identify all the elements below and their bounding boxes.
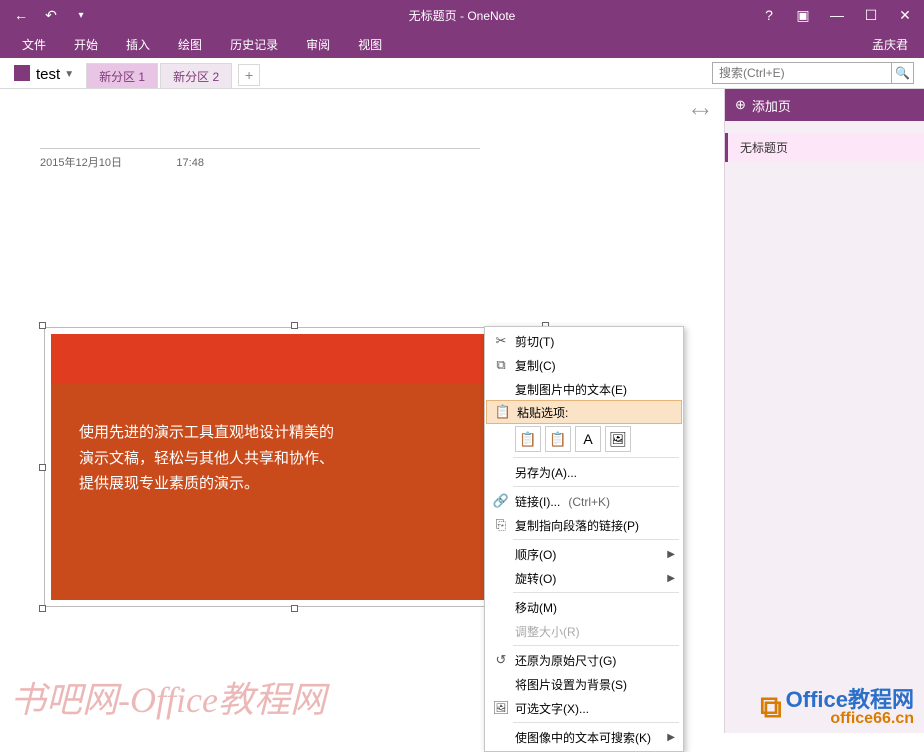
search-icon[interactable]: 🔍 [892, 62, 914, 84]
menu-draw[interactable]: 绘图 [164, 32, 216, 57]
close-icon[interactable]: ✕ [892, 4, 918, 26]
menu-view[interactable]: 视图 [344, 32, 396, 57]
ctx-copy-link[interactable]: ⎘ 复制指向段落的链接(P) [485, 513, 683, 537]
ctx-alt-text[interactable]: 🖼 可选文字(X)... [485, 696, 683, 720]
page-date: 2015年12月10日 [40, 157, 122, 169]
workspace: ⤢ 2015年12月10日 17:48 使用先进的演示工具直观地设计精美的 演示… [0, 89, 924, 733]
paste-picture[interactable]: 🖼 [605, 426, 631, 452]
slide-text-2: 演示文稿，轻松与其他人共享和协作、 [79, 446, 509, 472]
menu-home[interactable]: 开始 [60, 32, 112, 57]
menu-review[interactable]: 审阅 [292, 32, 344, 57]
ctx-resize: 调整大小(R) [485, 619, 683, 643]
user-name[interactable]: 孟庆君 [872, 36, 916, 53]
back-icon[interactable]: ← [10, 4, 32, 26]
fullscreen-toggle-icon[interactable]: ⤢ [689, 101, 711, 123]
context-menu: ✂ 剪切(T) ⧉ 复制(C) 复制图片中的文本(E) 📋 粘贴选项: 📋 📋 … [484, 326, 684, 752]
ctx-cut[interactable]: ✂ 剪切(T) [485, 329, 683, 353]
ctx-set-bg[interactable]: 将图片设置为背景(S) [485, 672, 683, 696]
ctx-paste-options[interactable]: 📋 粘贴选项: [486, 400, 682, 424]
menu-file[interactable]: 文件 [8, 32, 60, 57]
section-tab-1[interactable]: 新分区 1 [86, 63, 158, 88]
copy-link-icon: ⎘ [491, 517, 511, 533]
slide-content: 使用先进的演示工具直观地设计精美的 演示文稿，轻松与其他人共享和协作、 提供展现… [51, 334, 537, 600]
menu-insert[interactable]: 插入 [112, 32, 164, 57]
chevron-right-icon: ▶ [667, 573, 675, 584]
ctx-copy[interactable]: ⧉ 复制(C) [485, 353, 683, 377]
chevron-right-icon: ▶ [667, 732, 675, 743]
ctx-restore[interactable]: ↺ 还原为原始尺寸(G) [485, 648, 683, 672]
notebook-name[interactable]: test [36, 66, 60, 83]
page-list: 无标题页 [725, 121, 924, 162]
paste-icon: 📋 [493, 404, 513, 420]
page-list-item[interactable]: 无标题页 [725, 133, 924, 162]
add-page-label: 添加页 [752, 96, 791, 115]
ctx-save-as[interactable]: 另存为(A)... [485, 460, 683, 484]
help-icon[interactable]: ? [756, 4, 782, 26]
plus-icon: ⊕ [735, 97, 746, 113]
customize-qat-icon[interactable]: ▾ [70, 4, 92, 26]
paste-merge[interactable]: 📋 [545, 426, 571, 452]
title-bar: ← ↶ ▾ 无标题页 - OneNote ? ▣ — ☐ ✕ [0, 0, 924, 30]
add-section-button[interactable]: + [238, 64, 260, 86]
menu-bar: 文件 开始 插入 绘图 历史记录 审阅 视图 孟庆君 [0, 30, 924, 58]
section-tab-2[interactable]: 新分区 2 [160, 63, 232, 88]
ctx-rotate[interactable]: 旋转(O) ▶ [485, 566, 683, 590]
page-time: 17:48 [176, 157, 204, 169]
ctx-move[interactable]: 移动(M) [485, 595, 683, 619]
maximize-icon[interactable]: ☐ [858, 4, 884, 26]
ctx-copy-text[interactable]: 复制图片中的文本(E) [485, 377, 683, 401]
paste-options-row: 📋 📋 A 🖼 [485, 423, 683, 455]
page-title-input[interactable] [40, 119, 480, 149]
cut-icon: ✂ [491, 333, 511, 349]
slide-text-1: 使用先进的演示工具直观地设计精美的 [79, 420, 509, 446]
slide-text-3: 提供展现专业素质的演示。 [79, 471, 509, 497]
notebook-dropdown-icon[interactable]: ▼ [64, 69, 74, 80]
undo-icon[interactable]: ↶ [40, 4, 62, 26]
notebook-icon[interactable] [14, 65, 30, 81]
paste-text-only[interactable]: A [575, 426, 601, 452]
minimize-icon[interactable]: — [824, 4, 850, 26]
tab-bar: test ▼ 新分区 1 新分区 2 + 🔍 [0, 58, 924, 89]
copy-icon: ⧉ [491, 357, 511, 373]
paste-keep-formatting[interactable]: 📋 [515, 426, 541, 452]
link-icon: 🔗 [491, 493, 511, 509]
restore-icon: ↺ [491, 652, 511, 668]
embedded-image[interactable]: 使用先进的演示工具直观地设计精美的 演示文稿，轻松与其他人共享和协作、 提供展现… [44, 327, 544, 607]
alt-text-icon: 🖼 [491, 700, 511, 716]
window-title: 无标题页 - OneNote [409, 7, 516, 24]
search-input[interactable] [712, 62, 892, 84]
add-page-button[interactable]: ⊕ 添加页 [725, 89, 924, 121]
chevron-right-icon: ▶ [667, 549, 675, 560]
ctx-link[interactable]: 🔗 链接(I)...(Ctrl+K) [485, 489, 683, 513]
fullscreen-icon[interactable]: ▣ [790, 4, 816, 26]
ctx-order[interactable]: 顺序(O) ▶ [485, 542, 683, 566]
search-container: 🔍 [712, 62, 914, 84]
menu-history[interactable]: 历史记录 [216, 32, 292, 57]
page-panel: ⊕ 添加页 无标题页 [724, 89, 924, 733]
ctx-searchable[interactable]: 使图像中的文本可搜索(K) ▶ [485, 725, 683, 749]
